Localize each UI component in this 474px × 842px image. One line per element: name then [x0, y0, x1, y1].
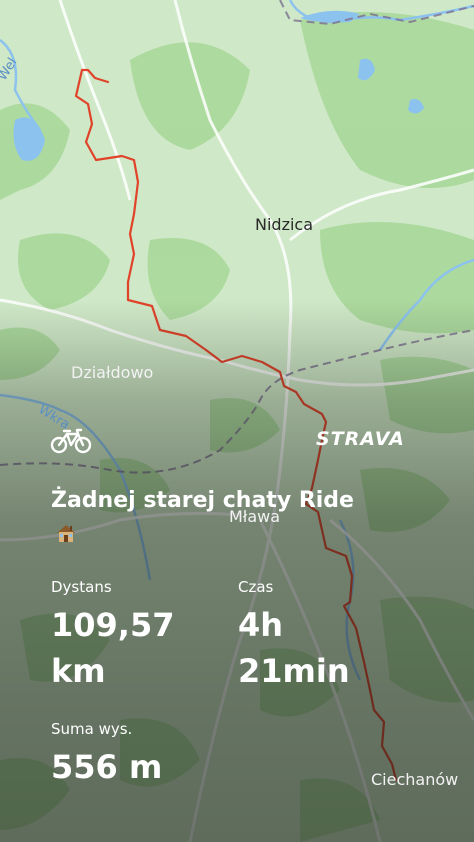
- elevation-label: Suma wys.: [51, 720, 133, 738]
- time-hours-value: 4h: [238, 606, 284, 644]
- strava-logo: STRAVA: [316, 428, 405, 450]
- distance-unit: km: [51, 652, 106, 690]
- place-label-nidzica: Nidzica: [255, 215, 314, 234]
- bicycle-icon: [50, 428, 92, 454]
- distance-label: Dystans: [51, 578, 112, 596]
- house-icon: [57, 525, 75, 542]
- time-minutes-value: 21min: [238, 652, 350, 690]
- activity-title-text: Żadnej starej chaty Ride: [51, 488, 354, 513]
- place-label-dzialdowo: Działdowo: [71, 363, 154, 382]
- time-label: Czas: [238, 578, 274, 596]
- place-label-ciechanow: Ciechanów: [371, 770, 459, 789]
- activity-title: Żadnej starej chaty Ride: [51, 484, 371, 552]
- distance-value: 109,57: [51, 606, 175, 644]
- elevation-value: 556 m: [51, 748, 163, 786]
